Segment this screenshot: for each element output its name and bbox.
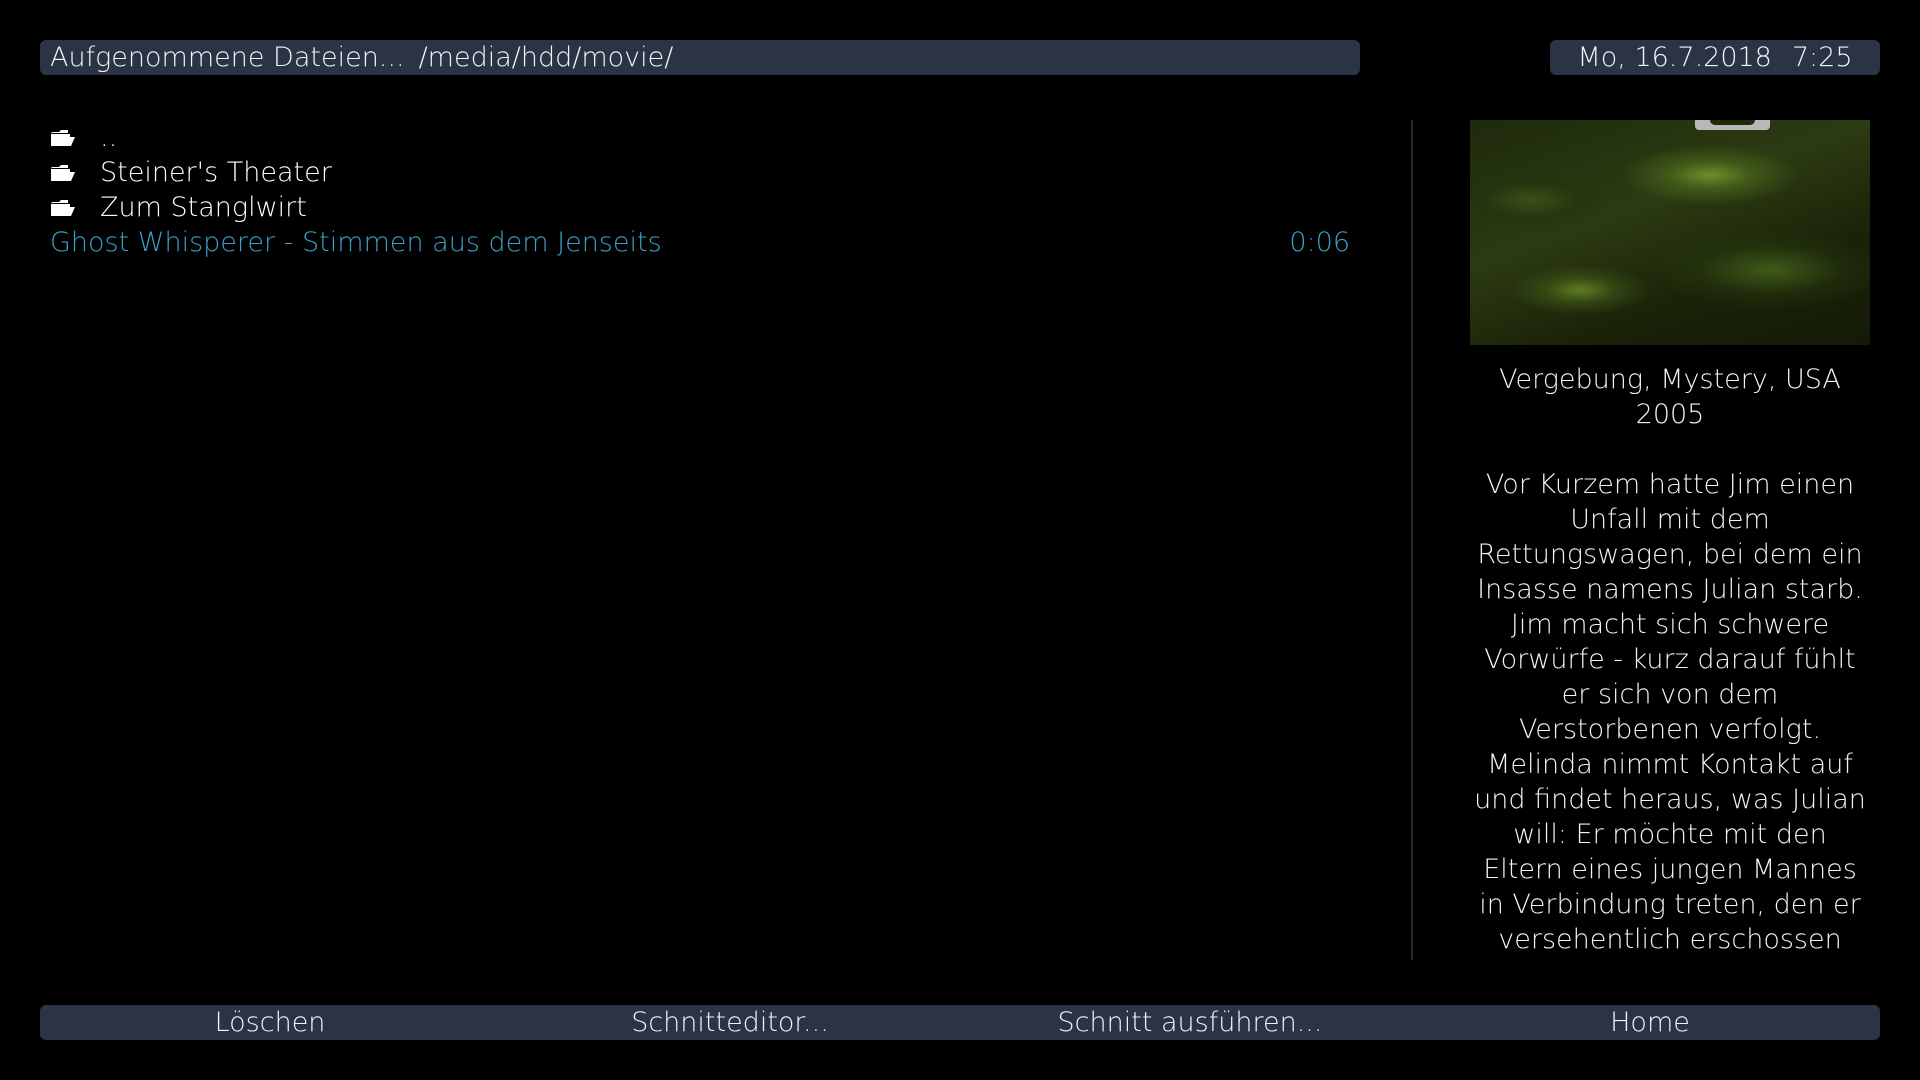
movie-description: Vor Kurzem hatte Jim einen Unfall mit de…	[1474, 469, 1866, 962]
date-display: Mo, 16.7.2018	[1577, 42, 1772, 73]
file-list: .. Steiner's Theater Zum Stanglwirt Ghos…	[50, 120, 1350, 960]
folder-name: Zum Stanglwirt	[100, 192, 307, 223]
list-item-movie-selected[interactable]: Ghost Whisperer - Stimmen aus dem Jensei…	[50, 225, 1350, 260]
delete-button[interactable]: Löschen	[40, 1007, 500, 1038]
current-path: /media/hdd/movie/	[418, 42, 674, 73]
genre-line: Vergebung, Mystery, USA	[1499, 364, 1841, 395]
datetime-bar: Mo, 16.7.2018 7:25	[1550, 40, 1880, 75]
folder-icon	[50, 199, 76, 217]
folder-name: ..	[100, 122, 118, 153]
list-item-folder[interactable]: Steiner's Theater	[50, 155, 1350, 190]
time-display: 7:25	[1791, 42, 1853, 73]
execute-cut-button[interactable]: Schnitt ausführen...	[960, 1007, 1420, 1038]
folder-icon	[50, 129, 76, 147]
folder-name: Steiner's Theater	[100, 157, 332, 188]
home-button[interactable]: Home	[1420, 1007, 1880, 1038]
title-bar: Aufgenommene Dateien... /media/hdd/movie…	[40, 40, 1360, 75]
cover-image-overlay-cutout	[1710, 120, 1755, 125]
year: 2005	[1635, 399, 1705, 430]
movie-info: Vergebung, Mystery, USA 2005	[1470, 362, 1870, 432]
panel-divider	[1411, 120, 1413, 960]
folder-icon	[50, 164, 76, 182]
movie-duration: 0:06	[1289, 227, 1350, 258]
list-item-folder[interactable]: Zum Stanglwirt	[50, 190, 1350, 225]
movie-title: Ghost Whisperer - Stimmen aus dem Jensei…	[50, 227, 662, 258]
screen-title: Aufgenommene Dateien...	[50, 42, 405, 73]
movie-list-screen: Aufgenommene Dateien... /media/hdd/movie…	[0, 0, 1920, 1080]
button-bar: Löschen Schnitteditor... Schnitt ausführ…	[40, 1005, 1880, 1040]
cover-image	[1470, 120, 1870, 345]
list-item-parent-folder[interactable]: ..	[50, 120, 1350, 155]
cut-editor-button[interactable]: Schnitteditor...	[500, 1007, 960, 1038]
